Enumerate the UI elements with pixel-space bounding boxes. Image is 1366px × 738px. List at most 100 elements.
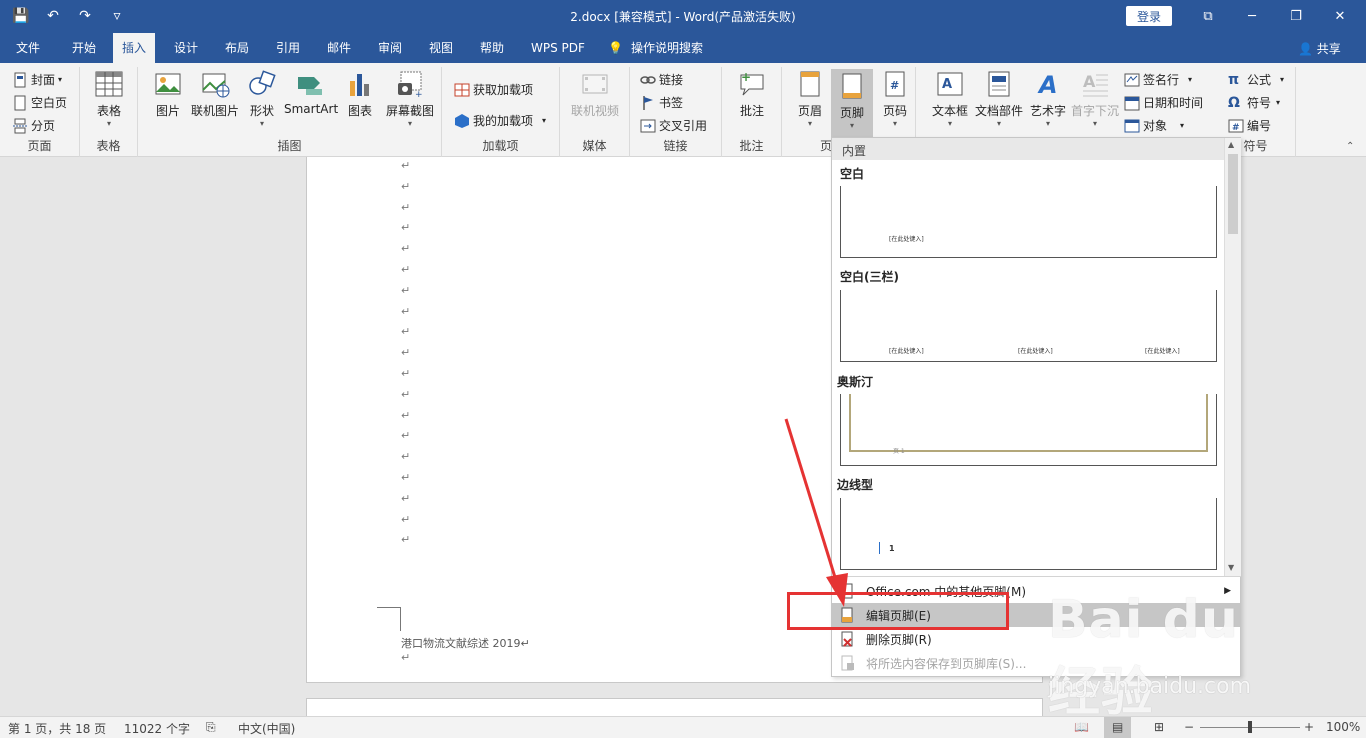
- tab-help[interactable]: 帮助: [471, 33, 513, 63]
- tab-wps-pdf[interactable]: WPS PDF: [522, 33, 594, 63]
- paragraph-mark: ↵: [401, 179, 411, 193]
- smartart-button[interactable]: SmartArt: [284, 69, 338, 116]
- get-addins-button[interactable]: 获取加载项: [454, 81, 533, 98]
- blank-page-button[interactable]: 空白页: [12, 94, 67, 111]
- title-bar: 💾 ↶ ↷ ▿ 2.docx [兼容模式] - Word(产品激活失败) 登录 …: [0, 0, 1366, 33]
- login-button[interactable]: 登录: [1126, 6, 1172, 26]
- symbol-button[interactable]: Ω 符号 ▾: [1228, 94, 1280, 111]
- print-layout-icon[interactable]: ▤: [1104, 717, 1132, 738]
- shapes-button[interactable]: 形状 ▾: [244, 69, 280, 128]
- drop-cap-button[interactable]: A 首字下沉 ▾: [1070, 69, 1120, 128]
- tab-references[interactable]: 引用: [267, 33, 309, 63]
- tell-me-search[interactable]: 💡 操作说明搜索: [608, 33, 712, 63]
- numbering-label: 编号: [1247, 119, 1272, 133]
- date-time-label: 日期和时间: [1143, 96, 1204, 110]
- pi-icon: π: [1228, 71, 1240, 88]
- gallery-item-austin[interactable]: 页 1: [840, 394, 1217, 466]
- zoom-in-button[interactable]: +: [1304, 720, 1314, 734]
- pictures-button[interactable]: 图片: [150, 69, 186, 119]
- gallery-item-blank[interactable]: [在此处键入]: [840, 186, 1217, 258]
- my-addins-label: 我的加载项: [473, 114, 534, 128]
- table-label: 表格: [96, 104, 121, 118]
- cover-page-label: 封面: [31, 73, 56, 87]
- online-video-button[interactable]: 联机视频: [568, 69, 622, 119]
- date-time-button[interactable]: 日期和时间: [1124, 94, 1203, 111]
- online-pictures-label: 联机图片: [190, 104, 239, 118]
- bookmark-button[interactable]: 书签: [640, 94, 683, 111]
- tab-review[interactable]: 审阅: [369, 33, 411, 63]
- header-button[interactable]: 页眉 ▾: [792, 69, 828, 128]
- paragraph-mark: ↵: [401, 512, 411, 526]
- group-links: 链接 书签 交叉引用 链接: [630, 67, 722, 157]
- paragraph-mark: ↵: [401, 283, 411, 297]
- read-mode-icon[interactable]: 📖: [1074, 720, 1089, 734]
- tab-home[interactable]: 开始: [63, 33, 105, 63]
- close-icon[interactable]: ✕: [1318, 5, 1362, 27]
- share-button[interactable]: 👤 共享: [1298, 40, 1341, 57]
- page-number-label: 页码: [882, 104, 907, 118]
- word-count[interactable]: 11022 个字: [124, 720, 190, 737]
- baidu-jingyan-watermark: Bai du 经验 jingyan.baidu.com: [1048, 590, 1298, 723]
- footer-content[interactable]: 港口物流文献综述 2019↵ ↵: [401, 635, 530, 664]
- group-label-pages: 页面: [27, 139, 52, 153]
- gallery-scrollbar[interactable]: ▲ ▼: [1224, 138, 1241, 576]
- collapse-ribbon-icon[interactable]: ⌃: [1346, 141, 1354, 152]
- my-addins-button[interactable]: 我的加载项 ▾: [454, 112, 546, 129]
- object-label: 对象: [1143, 119, 1168, 133]
- gallery-item-sideline[interactable]: 1: [840, 498, 1217, 570]
- tab-insert[interactable]: 插入: [113, 33, 156, 63]
- comment-icon: +: [740, 70, 764, 96]
- cover-page-button[interactable]: 封面 ▾: [12, 71, 62, 88]
- cross-reference-button[interactable]: 交叉引用: [640, 117, 707, 134]
- ribbon-display-icon[interactable]: ⧉: [1186, 5, 1230, 27]
- wordart-button[interactable]: A 艺术字 ▾: [1026, 69, 1070, 128]
- proofing-icon[interactable]: ⎘: [206, 720, 216, 735]
- scroll-up-icon[interactable]: ▲: [1228, 140, 1234, 149]
- tab-layout[interactable]: 布局: [216, 33, 258, 63]
- web-layout-icon[interactable]: ⊞: [1154, 720, 1164, 734]
- screenshot-button[interactable]: + 屏幕截图 ▾: [382, 69, 438, 128]
- link-button[interactable]: 链接: [640, 71, 683, 88]
- signature-line-button[interactable]: 签名行 ▾: [1124, 71, 1192, 88]
- quick-parts-button[interactable]: 文档部件 ▾: [974, 69, 1024, 128]
- svg-text:#: #: [1232, 123, 1240, 133]
- svg-text:+: +: [415, 90, 423, 99]
- object-button[interactable]: 对象 ▾: [1124, 117, 1184, 134]
- online-pictures-button[interactable]: 联机图片: [190, 69, 240, 119]
- page-number-button[interactable]: # 页码 ▾: [877, 69, 913, 128]
- page-break-button[interactable]: 分页: [12, 117, 55, 134]
- group-comments: + 批注 批注: [722, 67, 782, 157]
- numbering-button[interactable]: # 编号: [1228, 117, 1271, 134]
- page-count[interactable]: 第 1 页，共 18 页: [8, 720, 106, 737]
- scrollbar-thumb[interactable]: [1228, 154, 1238, 234]
- bookmark-label: 书签: [659, 96, 684, 110]
- equation-button[interactable]: π 公式 ▾: [1228, 71, 1284, 88]
- zoom-slider-thumb[interactable]: [1248, 721, 1252, 733]
- group-illustrations: 图片 联机图片 形状 ▾ SmartArt 图表 + 屏幕截图 ▾ 插图: [138, 67, 442, 157]
- paragraph-mark: ↵: [401, 346, 411, 360]
- scroll-down-icon[interactable]: ▼: [1228, 563, 1234, 572]
- minimize-icon[interactable]: ─: [1230, 5, 1274, 27]
- footer-label: 页脚: [839, 106, 864, 120]
- save-gallery-icon: [841, 655, 854, 671]
- paragraph-mark: ↵: [401, 387, 411, 401]
- new-comment-button[interactable]: + 批注: [734, 69, 770, 119]
- zoom-out-button[interactable]: −: [1184, 720, 1194, 734]
- tab-file[interactable]: 文件: [7, 33, 49, 63]
- footer-button[interactable]: 页脚 ▾: [831, 69, 873, 137]
- textbox-button[interactable]: A 文本框 ▾: [928, 69, 972, 128]
- tab-mailings[interactable]: 邮件: [318, 33, 360, 63]
- tab-design[interactable]: 设计: [165, 33, 207, 63]
- gallery-item-blank-three-column[interactable]: [在此处键入] [在此处键入] [在此处键入]: [840, 290, 1217, 362]
- zoom-level[interactable]: 100%: [1326, 720, 1360, 734]
- group-label-links: 链接: [663, 139, 688, 153]
- language-indicator[interactable]: 中文(中国): [238, 720, 295, 737]
- restore-icon[interactable]: ❐: [1274, 5, 1318, 27]
- screenshot-icon: +: [398, 71, 423, 99]
- paragraph-mark: ↵: [401, 221, 411, 235]
- symbol-label: 符号: [1247, 96, 1272, 110]
- table-button[interactable]: 表格 ▾: [91, 69, 127, 128]
- chart-button[interactable]: 图表: [342, 69, 378, 119]
- share-label: 共享: [1316, 42, 1341, 56]
- tab-view[interactable]: 视图: [420, 33, 462, 63]
